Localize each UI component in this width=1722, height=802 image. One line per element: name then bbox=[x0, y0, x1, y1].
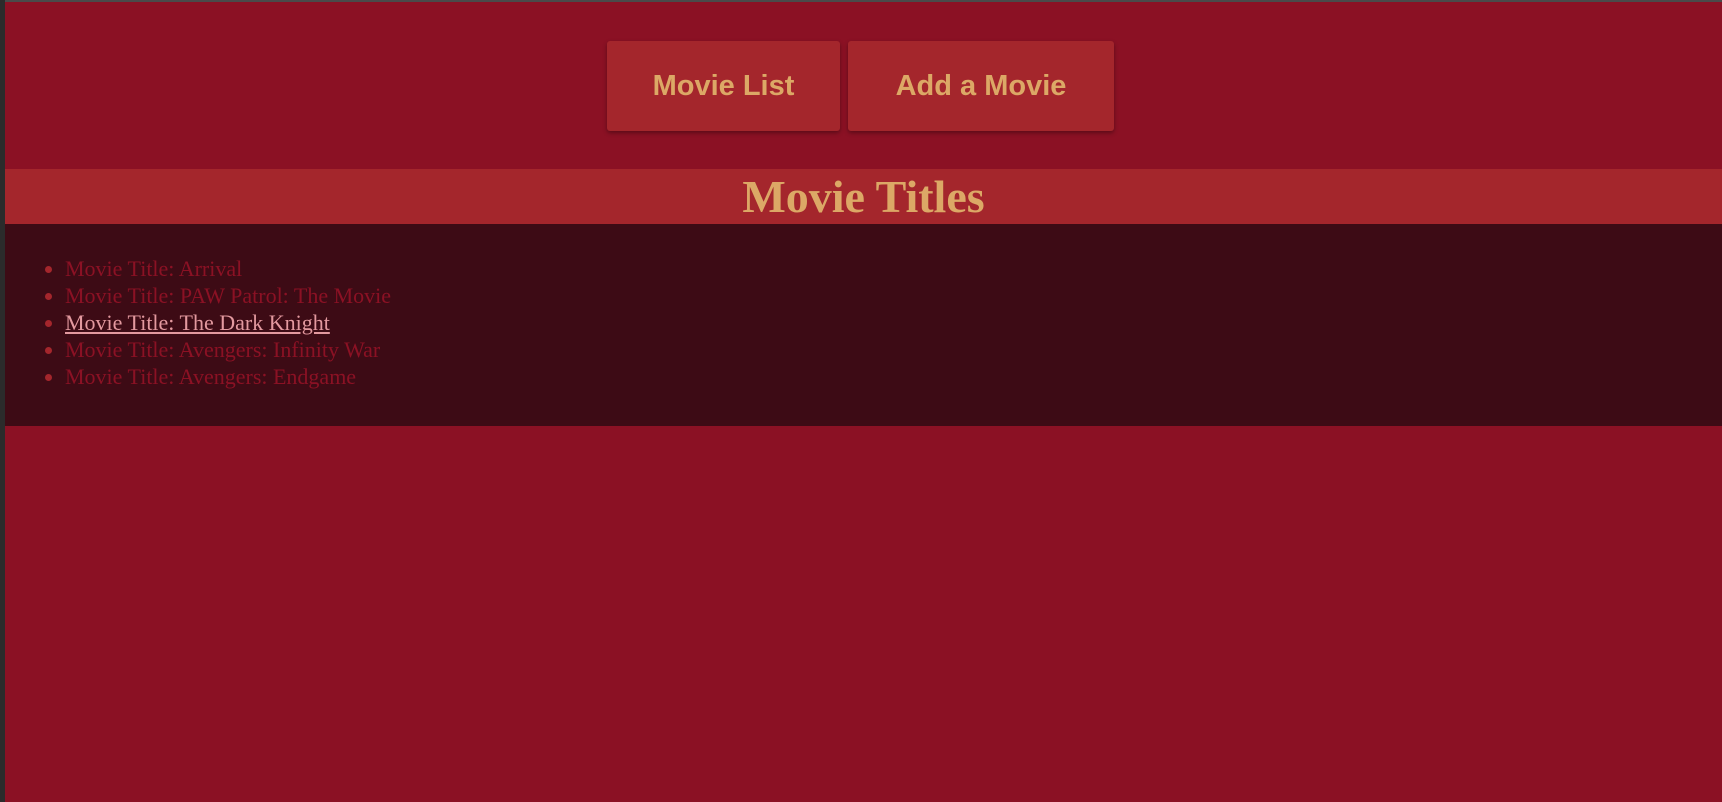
list-item: Movie Title: The Dark Knight bbox=[65, 309, 391, 336]
list-item: Movie Title: Avengers: Infinity War bbox=[65, 336, 391, 363]
title-bar: Movie Titles bbox=[5, 169, 1722, 224]
movie-link[interactable]: Movie Title: Avengers: Endgame bbox=[65, 364, 356, 389]
window-top-border bbox=[0, 0, 1722, 2]
main-nav: Movie List Add a Movie bbox=[607, 41, 1114, 131]
page-title: Movie Titles bbox=[742, 171, 985, 222]
list-item: Movie Title: PAW Patrol: The Movie bbox=[65, 282, 391, 309]
movie-list: Movie Title: Arrival Movie Title: PAW Pa… bbox=[65, 255, 391, 390]
movie-link[interactable]: Movie Title: Avengers: Infinity War bbox=[65, 337, 380, 362]
movie-link[interactable]: Movie Title: The Dark Knight bbox=[65, 310, 330, 335]
movie-link[interactable]: Movie Title: PAW Patrol: The Movie bbox=[65, 283, 391, 308]
list-item: Movie Title: Avengers: Endgame bbox=[65, 363, 391, 390]
movie-list-panel: Movie Title: Arrival Movie Title: PAW Pa… bbox=[5, 224, 1722, 426]
movie-list-button[interactable]: Movie List bbox=[607, 41, 840, 131]
movie-link[interactable]: Movie Title: Arrival bbox=[65, 256, 242, 281]
list-item: Movie Title: Arrival bbox=[65, 255, 391, 282]
add-movie-button[interactable]: Add a Movie bbox=[848, 41, 1114, 131]
